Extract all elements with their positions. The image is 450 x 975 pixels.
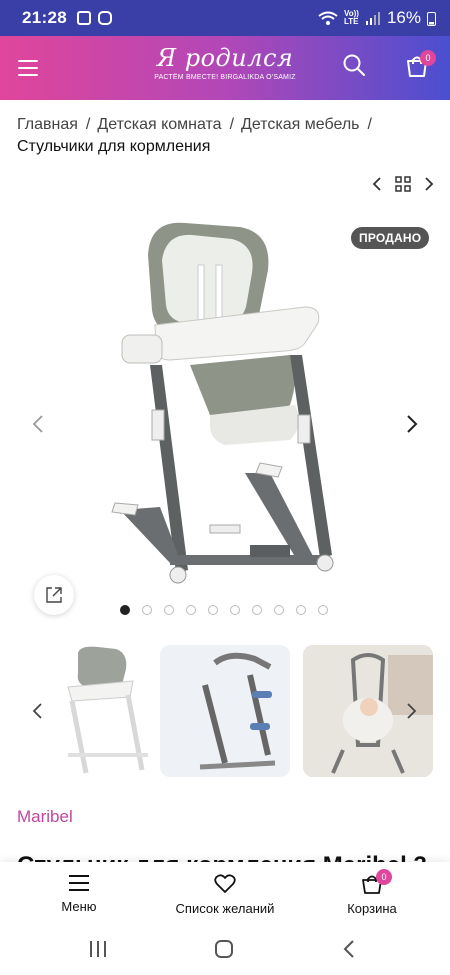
gallery-dots xyxy=(120,605,328,615)
gallery-dot[interactable] xyxy=(208,605,218,615)
thumbnail-2[interactable] xyxy=(160,645,290,777)
thumbnail-prev-icon[interactable] xyxy=(31,702,43,720)
status-time: 21:28 xyxy=(22,8,67,27)
product-brand[interactable]: Maribel xyxy=(17,807,73,827)
bottom-nav-menu-label: Меню xyxy=(61,899,97,914)
home-icon[interactable] xyxy=(214,940,234,958)
battery-percent: 16% xyxy=(386,8,421,27)
product-main-image[interactable] xyxy=(100,215,360,600)
gallery-dot[interactable] xyxy=(120,605,130,615)
gallery-dot[interactable] xyxy=(318,605,328,615)
bottom-nav-menu[interactable]: Меню xyxy=(56,874,102,914)
sold-badge: ПРОДАНО xyxy=(351,227,430,249)
breadcrumb-kids-furniture[interactable]: Детская мебель xyxy=(241,116,359,133)
status-bar: 21:28 Vo)) LTE 16% xyxy=(0,0,450,36)
battery-icon xyxy=(427,11,436,26)
network-lte: LTE xyxy=(344,17,359,26)
gallery-icon xyxy=(76,11,91,25)
bottom-nav-cart-label: Корзина xyxy=(347,901,397,916)
zoom-button[interactable] xyxy=(34,575,74,615)
logo-slogan: РАСТЁМ ВМЕСТЕ! BIRGALIKDA O'SAMIZ xyxy=(154,74,296,81)
gallery-dot[interactable] xyxy=(164,605,174,615)
gallery-dot[interactable] xyxy=(186,605,196,615)
gallery-dot[interactable] xyxy=(274,605,284,615)
logo-name: Я родился xyxy=(156,44,294,72)
grid-icon[interactable] xyxy=(395,176,411,192)
menu-icon xyxy=(69,875,89,891)
system-navigation xyxy=(0,924,450,975)
site-logo[interactable]: Я родился РАСТЁМ ВМЕСТЕ! BIRGALIKDA O'SA… xyxy=(150,44,300,81)
gallery-dot[interactable] xyxy=(296,605,306,615)
gallery-dot[interactable] xyxy=(230,605,240,615)
site-header: Я родился РАСТЁМ ВМЕСТЕ! BIRGALIKDA O'SA… xyxy=(0,36,450,100)
breadcrumb-current: Стульчики для кормления xyxy=(17,138,211,155)
thumbnail-1[interactable] xyxy=(38,645,168,777)
gallery-next-icon[interactable] xyxy=(404,414,420,434)
gallery-dot[interactable] xyxy=(252,605,262,615)
bottom-nav-wishlist[interactable]: Список желаний xyxy=(165,874,285,916)
thumbnail-strip xyxy=(20,645,435,777)
expand-icon xyxy=(46,587,62,603)
breadcrumb: Главная / Детская комната / Детская мебель / xyxy=(17,116,372,133)
chevron-right-icon[interactable] xyxy=(424,177,434,191)
signal-icon xyxy=(365,12,380,25)
product-navigation xyxy=(372,175,434,193)
header-cart-badge: 0 xyxy=(420,50,436,66)
back-icon[interactable] xyxy=(342,940,356,958)
search-icon[interactable] xyxy=(343,54,365,76)
thumbnail-next-icon[interactable] xyxy=(406,702,418,720)
heart-icon xyxy=(214,874,236,893)
recent-apps-icon[interactable] xyxy=(88,940,108,958)
gallery-dot[interactable] xyxy=(142,605,152,615)
breadcrumb-home[interactable]: Главная xyxy=(17,116,78,133)
bottom-nav-wishlist-label: Список желаний xyxy=(175,901,275,916)
breadcrumb-kids-room[interactable]: Детская комната xyxy=(97,116,221,133)
bottom-cart-badge: 0 xyxy=(376,869,392,885)
chevron-left-icon[interactable] xyxy=(372,177,382,191)
wifi-icon xyxy=(318,11,338,25)
menu-icon[interactable] xyxy=(18,60,38,76)
bottom-nav-cart[interactable]: Корзина xyxy=(340,874,404,916)
network-label: Vo)) LTE xyxy=(344,10,359,26)
instagram-icon xyxy=(97,11,112,25)
gallery-prev-icon[interactable] xyxy=(30,414,46,434)
